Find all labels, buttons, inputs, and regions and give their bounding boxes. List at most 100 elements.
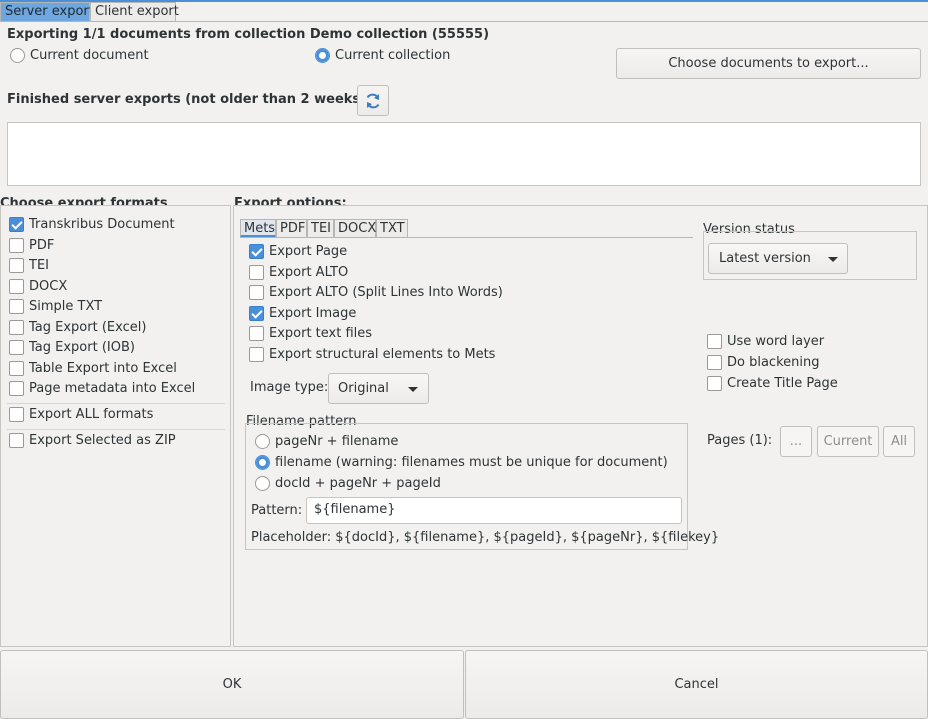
use-word-layer-checkbox[interactable]: Use word layer <box>707 334 824 349</box>
subtab-txt[interactable]: TXT <box>376 219 408 238</box>
checkbox-label: Export ALL formats <box>29 407 154 422</box>
subtab-mets[interactable]: Mets <box>240 219 276 238</box>
create-title-page-checkbox[interactable]: Create Title Page <box>707 376 838 391</box>
radio-button-icon <box>10 48 25 63</box>
radio-button-icon <box>255 476 270 491</box>
radio-label: docId + pageNr + pageId <box>275 476 441 491</box>
checkbox-icon <box>9 360 24 376</box>
ok-button[interactable]: OK <box>0 650 464 719</box>
radio-button-selected-icon <box>255 455 270 470</box>
checkbox-label: Create Title Page <box>727 376 838 391</box>
pages-select-button[interactable]: ... <box>780 426 812 457</box>
version-status-value: Latest version <box>719 251 811 266</box>
checkbox-label: Tag Export (IOB) <box>29 340 135 355</box>
finished-exports-list[interactable] <box>7 122 921 186</box>
export-all-formats-checkbox[interactable]: Export ALL formats <box>9 407 153 422</box>
image-type-label: Image type: <box>250 380 329 395</box>
export-formats-list: Transkribus Document PDF TEI DOCX Simple… <box>9 217 229 402</box>
checkbox-icon <box>9 340 24 355</box>
finished-exports-title: Finished server exports (not older than … <box>7 92 367 107</box>
checkbox-label: TEI <box>29 258 49 273</box>
checkbox-icon <box>9 381 24 396</box>
radio-filename[interactable]: filename (warning: filenames must be uni… <box>255 455 668 470</box>
choose-documents-button[interactable]: Choose documents to export... <box>616 48 921 79</box>
checkbox-label: Transkribus Document <box>29 217 175 232</box>
placeholder-hint: Placeholder: ${docId}, ${filename}, ${pa… <box>251 530 720 545</box>
checkbox-icon <box>9 237 24 253</box>
tab-server-export[interactable]: Server export <box>0 2 94 21</box>
format-tei[interactable]: TEI <box>9 258 229 279</box>
cancel-button[interactable]: Cancel <box>465 650 928 719</box>
checkbox-checked-icon <box>249 305 264 321</box>
checkbox-label: Page metadata into Excel <box>29 381 196 396</box>
option-export-alto-split[interactable]: Export ALTO (Split Lines Into Words) <box>249 285 689 306</box>
checkbox-icon <box>249 326 264 341</box>
radio-current-document[interactable]: Current document <box>10 48 149 63</box>
radio-pagenr-filename[interactable]: pageNr + filename <box>255 434 398 449</box>
do-blackening-checkbox[interactable]: Do blackening <box>707 355 819 370</box>
checkbox-label: Export ALTO <box>269 264 349 280</box>
checkbox-icon <box>9 319 24 335</box>
subtab-baseline <box>240 237 693 238</box>
checkbox-label: Simple TXT <box>29 299 103 314</box>
checkbox-label: DOCX <box>29 278 68 294</box>
checkbox-label: PDF <box>29 237 55 253</box>
radio-docid-pagenr-pageid[interactable]: docId + pageNr + pageId <box>255 476 441 491</box>
chevron-down-icon <box>828 257 838 262</box>
checkbox-label: Export Selected as ZIP <box>29 433 176 448</box>
chevron-down-icon <box>408 387 418 392</box>
option-export-image[interactable]: Export Image <box>249 305 689 327</box>
format-transkribus-document[interactable]: Transkribus Document <box>9 217 229 238</box>
refresh-icon <box>366 93 380 109</box>
separator <box>7 403 225 404</box>
radio-label: filename (warning: filenames must be uni… <box>275 455 668 470</box>
option-export-structural-elements[interactable]: Export structural elements to Mets <box>249 346 689 368</box>
checkbox-checked-icon <box>249 244 264 259</box>
format-table-export-excel[interactable]: Table Export into Excel <box>9 360 229 382</box>
checkbox-icon <box>707 376 722 391</box>
format-tag-export-excel[interactable]: Tag Export (Excel) <box>9 319 229 341</box>
checkbox-icon <box>9 299 24 314</box>
radio-button-icon <box>255 434 270 449</box>
format-simple-txt[interactable]: Simple TXT <box>9 299 229 320</box>
checkbox-icon <box>9 258 24 273</box>
radio-current-collection[interactable]: Current collection <box>315 48 450 63</box>
image-type-value: Original <box>338 381 389 396</box>
export-title: Exporting 1/1 documents from collection … <box>7 27 490 42</box>
option-export-text-files[interactable]: Export text files <box>249 326 689 347</box>
checkbox-checked-icon <box>9 217 24 232</box>
checkbox-label: Export ALTO (Split Lines Into Words) <box>269 285 503 300</box>
pattern-input[interactable]: ${filename} <box>306 497 682 524</box>
subtab-pdf[interactable]: PDF <box>276 219 307 238</box>
option-export-page[interactable]: Export Page <box>249 244 689 265</box>
checkbox-label: Table Export into Excel <box>29 360 177 376</box>
checkbox-label: Export text files <box>269 326 373 341</box>
format-pdf[interactable]: PDF <box>9 237 229 259</box>
refresh-button[interactable] <box>357 85 389 116</box>
option-export-alto[interactable]: Export ALTO <box>249 264 689 286</box>
checkbox-icon <box>707 355 722 370</box>
checkbox-icon <box>249 346 264 362</box>
image-type-dropdown[interactable]: Original <box>328 373 429 404</box>
radio-label: pageNr + filename <box>275 434 399 449</box>
pages-current-button[interactable]: Current <box>817 426 879 457</box>
format-page-metadata-excel[interactable]: Page metadata into Excel <box>9 381 229 402</box>
format-tag-export-iob[interactable]: Tag Export (IOB) <box>9 340 229 361</box>
subtab-tei[interactable]: TEI <box>307 219 334 238</box>
checkbox-label: Export Page <box>269 244 348 259</box>
format-docx[interactable]: DOCX <box>9 278 229 300</box>
checkbox-label: Export structural elements to Mets <box>269 346 496 362</box>
checkbox-icon <box>249 285 264 300</box>
subtab-docx[interactable]: DOCX <box>334 219 376 238</box>
tab-bar-baseline <box>0 21 928 22</box>
radio-button-selected-icon <box>315 48 330 63</box>
export-selected-zip-checkbox[interactable]: Export Selected as ZIP <box>9 433 176 448</box>
checkbox-icon <box>9 407 24 422</box>
tab-client-export[interactable]: Client export <box>90 2 179 21</box>
checkbox-label: Use word layer <box>727 334 825 349</box>
version-status-dropdown[interactable]: Latest version <box>708 243 848 274</box>
pages-all-button[interactable]: All <box>883 426 915 457</box>
checkbox-icon <box>707 334 722 349</box>
pattern-label: Pattern: <box>251 503 303 518</box>
checkbox-icon <box>249 264 264 280</box>
